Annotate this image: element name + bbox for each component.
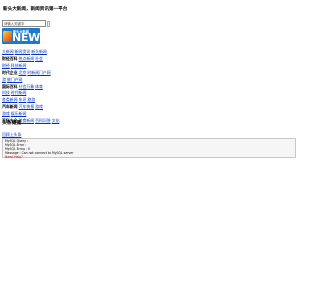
site-logo[interactable]: 新头大新闻 NEWS [2,28,40,44]
nav-category-heading[interactable]: 财经百科 [2,56,18,61]
nav-link[interactable]: 各类新闻 [2,97,18,102]
nav-link[interactable]: 游戏 [2,111,10,116]
site-tagline: 新头大新闻，新闻资讯第一平台 [3,7,68,12]
nav-link[interactable]: 科技 [2,90,10,95]
nav-row: 汽车新闻汽车快报游戏 [2,104,60,111]
nav-link[interactable]: 体育 [35,84,43,89]
search-button[interactable] [47,20,50,27]
nav-link[interactable]: 汽车快报 [19,104,35,109]
category-nav: 大新闻新闻资讯新头新闻 财经百科热点新闻社会 财经科技新闻 时代企业北京时新闻门户网游… [2,49,60,125]
nav-link[interactable]: 旅门户网 [7,77,23,82]
nav-category-heading[interactable]: 汽车新闻 [2,104,18,109]
nav-row: 财经百科热点新闻社会 [2,56,60,63]
nav-link[interactable]: 时新闻门户网 [27,70,50,75]
error-message-box: MySQL Query : MySQL Error : MySQL Errno … [2,138,296,159]
nav-link[interactable]: 新闻资讯 [15,49,31,54]
nav-link[interactable]: 科技新闻 [11,63,27,68]
nav-category-heading[interactable]: 国际百科 [2,84,18,89]
nav-link[interactable]: 车讯 [19,97,27,102]
nav-link[interactable]: 热点新闻 [19,56,35,61]
nav-link[interactable]: 旅游 [27,97,35,102]
nav-row: 科技时代新闻 [2,90,60,97]
nav-link[interactable]: 财经 [2,63,10,68]
nav-row: 时代企业北京时新闻门户网 [2,70,60,77]
nav-link[interactable]: 游 [2,77,6,82]
nav-link[interactable]: 新头新闻 [31,49,47,54]
search-input[interactable] [2,20,46,27]
nav-row: 游旅门户网 [2,77,60,84]
nav-link[interactable]: 社会万象 [19,84,35,89]
nav-link[interactable]: 游戏 [35,104,43,109]
logo-mark-icon [3,31,12,42]
nav-link[interactable]: 北京 [19,70,27,75]
nav-row: 财经科技新闻 [2,63,60,70]
nav-row: 大新闻新闻资讯新头新闻 [2,49,60,56]
nav-link[interactable]: 时代新闻 [11,90,27,95]
nav-row: 各类新闻车讯旅游 [2,97,60,104]
nav-row: 国际百科社会万象体育 [2,84,60,91]
nav-category-heading[interactable]: 时代企业 [2,70,18,75]
nav-link[interactable]: 百科问答 [35,118,51,123]
nav-row: 游戏娱乐新闻 [2,111,60,118]
nav-link[interactable]: 大新闻 [2,49,14,54]
nav-link[interactable]: 文化 [52,118,60,123]
nav-link[interactable]: 娱乐新闻 [11,111,27,116]
search-bar [2,20,50,27]
error-help-link[interactable]: Need Help? [5,155,293,159]
section-title: 头条概要 [2,121,22,126]
nav-link[interactable]: 社会 [35,56,43,61]
logo-wordmark: NEWS [12,31,40,44]
